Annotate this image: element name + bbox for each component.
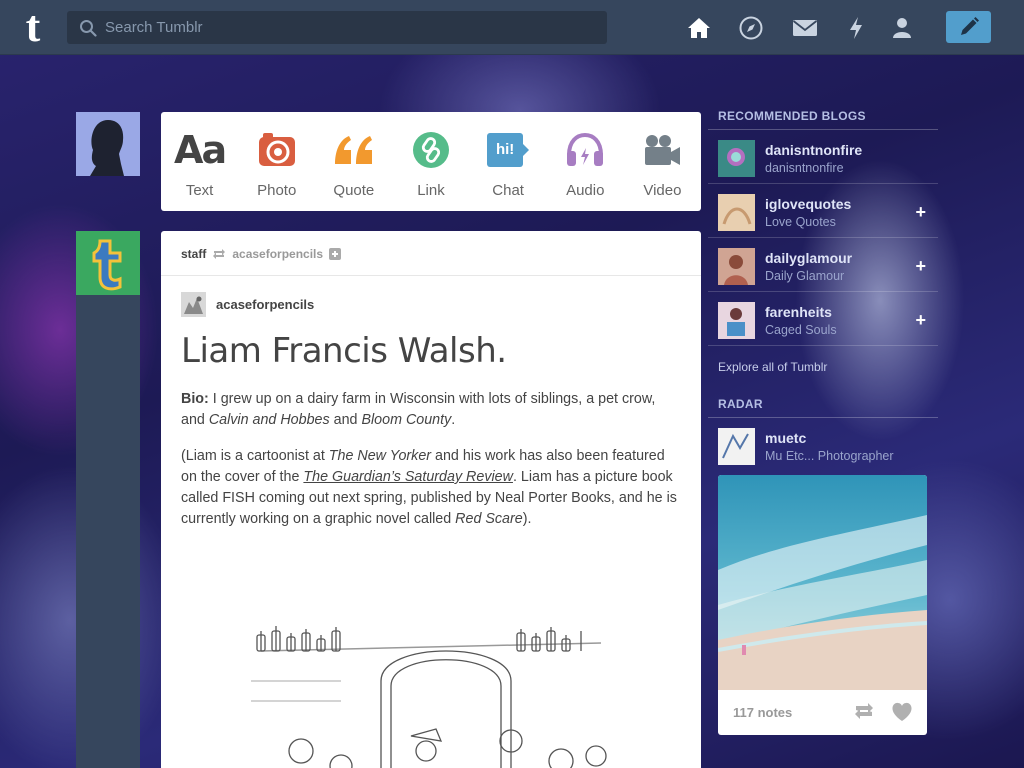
heart-icon[interactable] [891, 702, 913, 722]
text-icon: Aa [174, 128, 227, 172]
beach-photo [718, 475, 927, 690]
guardian-link[interactable]: The Guardian’s Saturday Review [303, 469, 513, 485]
follow-plus-icon[interactable]: + [915, 202, 926, 223]
avatar-rail [76, 295, 140, 768]
bio-paragraph: Bio: I grew up on a dairy farm in Wiscon… [181, 389, 681, 431]
bio-italic: Bloom County [361, 412, 452, 428]
chat-icon: hi! [470, 130, 547, 170]
recommended-blog-row[interactable]: iglovequotes Love Quotes + [708, 184, 938, 238]
post-type-quote[interactable]: Quote [315, 112, 392, 211]
author-avatar[interactable] [181, 292, 206, 317]
bio-label: Bio: [181, 391, 209, 407]
quote-icon [315, 130, 392, 170]
post-type-label: Quote [333, 182, 375, 199]
top-navigation-bar: t [0, 0, 1024, 55]
reblogged-from-name[interactable]: acaseforpencils [232, 247, 323, 261]
blog-subtitle: Love Quotes [765, 215, 836, 229]
radar-title: RADAR [708, 388, 938, 418]
bio-text: . [451, 412, 456, 428]
radar-blog-row[interactable]: muetc Mu Etc... Photographer [708, 418, 938, 472]
description-italic: The New Yorker [328, 448, 432, 464]
camera-icon [238, 130, 315, 170]
video-camera-icon [624, 130, 701, 170]
description-text: (Liam is a cartoonist at [181, 448, 329, 464]
post-type-label: Text [185, 182, 214, 199]
post-type-link[interactable]: Link [392, 112, 469, 211]
post-type-label: Chat [492, 182, 524, 199]
right-sidebar: RECOMMENDED BLOGS danisntnonfire danisnt… [708, 100, 938, 735]
post-type-label: Link [417, 182, 445, 199]
post-type-photo[interactable]: Photo [238, 112, 315, 211]
pencil-icon [960, 17, 979, 35]
post-type-bar: Aa Text Photo Quote Link hi! Chat Audio … [161, 112, 701, 211]
explore-link[interactable]: Explore all of Tumblr [708, 346, 938, 388]
blog-subtitle: danisntnonfire [765, 161, 844, 175]
post-body: Bio: I grew up on a dairy farm in Wiscon… [181, 389, 681, 545]
follow-plus-icon[interactable]: + [915, 310, 926, 331]
blog-name[interactable]: danisntnonfire [765, 142, 862, 158]
compose-button[interactable] [946, 11, 991, 43]
headphones-icon [547, 130, 624, 170]
blog-name[interactable]: dailyglamour [765, 250, 852, 266]
author-name[interactable]: acaseforpencils [216, 297, 314, 312]
blog-subtitle: Caged Souls [765, 323, 837, 337]
bio-text: and [329, 412, 362, 428]
bio-italic: Calvin and Hobbes [208, 412, 330, 428]
description-italic: Red Scare [455, 511, 523, 527]
recommended-blog-row[interactable]: farenheits Caged Souls + [708, 292, 938, 346]
post-type-label: Photo [257, 182, 297, 199]
radar-post[interactable]: 117 notes [718, 475, 927, 735]
blog-name[interactable]: iglovequotes [765, 196, 851, 212]
reblogger-name[interactable]: staff [181, 247, 206, 261]
blog-subtitle: Mu Etc... Photographer [765, 449, 894, 463]
post-divider [161, 275, 701, 276]
reblog-header: staff acaseforpencils [181, 247, 342, 261]
post-type-audio[interactable]: Audio [547, 112, 624, 211]
recommended-blog-row[interactable]: danisntnonfire danisntnonfire [708, 130, 938, 184]
search-icon [80, 20, 97, 37]
notes-count[interactable]: 117 notes [733, 705, 792, 720]
blog-avatar[interactable] [718, 194, 755, 231]
post-type-chat[interactable]: hi! Chat [470, 112, 547, 211]
description-paragraph: (Liam is a cartoonist at The New Yorker … [181, 446, 681, 530]
search-box[interactable] [67, 11, 607, 44]
description-text: ). [522, 511, 532, 527]
lightning-icon[interactable] [843, 15, 869, 41]
blog-avatar[interactable] [718, 302, 755, 339]
dashboard-post: staff acaseforpencils acaseforpencils Li… [161, 231, 701, 768]
blog-name[interactable]: farenheits [765, 304, 832, 320]
staff-avatar[interactable] [76, 231, 140, 295]
follow-plus-icon[interactable] [329, 248, 342, 260]
post-type-video[interactable]: Video [624, 112, 701, 211]
reblog-icon [213, 249, 226, 259]
recommended-blogs-title: RECOMMENDED BLOGS [708, 100, 938, 130]
search-input[interactable] [105, 11, 585, 44]
post-type-label: Video [643, 182, 682, 199]
cartoon-image [221, 621, 641, 768]
blog-avatar[interactable] [718, 248, 755, 285]
blog-avatar[interactable] [718, 428, 755, 465]
link-icon [392, 130, 469, 170]
post-title: Liam Francis Walsh. [181, 331, 507, 371]
account-icon[interactable] [889, 15, 915, 41]
tumblr-logo[interactable]: t [18, 5, 48, 49]
compass-icon[interactable] [738, 15, 764, 41]
home-icon[interactable] [686, 15, 712, 41]
follow-plus-icon[interactable]: + [915, 256, 926, 277]
blog-subtitle: Daily Glamour [765, 269, 845, 283]
blog-name[interactable]: muetc [765, 430, 806, 446]
blog-avatar[interactable] [718, 140, 755, 177]
post-type-text[interactable]: Aa Text [161, 112, 238, 211]
user-avatar[interactable] [76, 112, 140, 176]
recommended-blog-row[interactable]: dailyglamour Daily Glamour + [708, 238, 938, 292]
reblog-icon[interactable] [853, 702, 875, 720]
post-type-label: Audio [566, 182, 605, 199]
mail-icon[interactable] [792, 15, 818, 41]
